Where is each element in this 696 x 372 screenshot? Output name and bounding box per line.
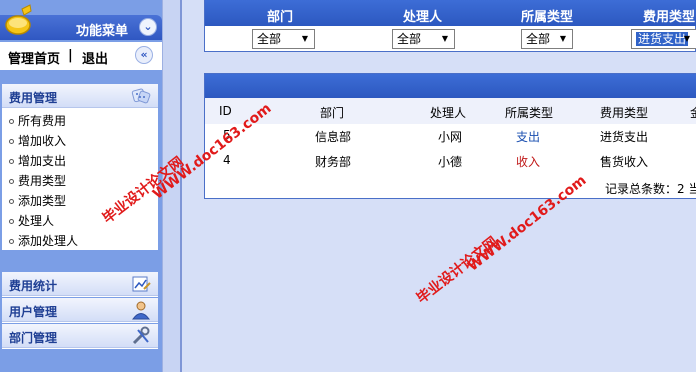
- results-panel: ID 部门 处理人 所属类型 费用类型 金 5 信息部 小网 支出 进货支出 4…: [204, 73, 696, 199]
- menu-item-expense-types[interactable]: 费用类型: [9, 171, 158, 191]
- dropdown-arrow-icon: ▼: [683, 34, 691, 43]
- quick-separator: |: [68, 48, 73, 63]
- watermark-text: 毕业设计论文网: [413, 234, 501, 307]
- menu-item-label: 添加处理人: [18, 234, 79, 248]
- dropdown-arrow-icon: ▼: [301, 34, 309, 43]
- column-header-department: 部门: [320, 106, 345, 120]
- cell-category[interactable]: 支出: [516, 128, 540, 145]
- department-management-header[interactable]: 部门管理: [2, 324, 158, 348]
- category-select[interactable]: 全部 ▼: [521, 29, 573, 49]
- user-management-title: 用户管理: [9, 305, 58, 319]
- bullet-icon: [9, 159, 14, 164]
- handler-select[interactable]: 全部 ▼: [392, 29, 455, 49]
- column-header-category: 所属类型: [505, 106, 554, 120]
- filter-header-expense-type: 费用类型: [643, 10, 696, 25]
- filter-header-handler: 处理人: [403, 10, 443, 25]
- department-select[interactable]: 全部 ▼: [252, 29, 315, 49]
- total-records-text: 记录总条数：2 当: [605, 182, 696, 196]
- expense-type-select[interactable]: 进货支出 ▼: [631, 29, 696, 49]
- menu-item-add-handler[interactable]: 添加处理人: [9, 231, 158, 251]
- filter-panel: 部门 处理人 所属类型 费用类型 全部 ▼ 全部 ▼ 全部 ▼ 进货支出 ▼: [204, 0, 696, 52]
- quick-bar: 管理首页 | 退出 «: [0, 42, 162, 70]
- dropdown-arrow-icon: ▼: [441, 34, 449, 43]
- cell-handler: 小德: [438, 155, 463, 169]
- filter-header: 部门 处理人 所属类型 费用类型: [205, 0, 696, 26]
- chart-edit-icon: [132, 276, 151, 292]
- column-header-expense-type: 费用类型: [600, 106, 649, 120]
- menu-toggle-button[interactable]: ⌄: [139, 18, 157, 36]
- menu-header: 功能菜单 ⌄: [0, 4, 162, 40]
- expense-management-header[interactable]: 费用管理: [2, 84, 158, 108]
- cell-id: 5: [223, 128, 231, 142]
- column-header-amount: 金: [690, 104, 696, 121]
- divider-line: [180, 0, 182, 372]
- category-select-value: 全部: [526, 32, 551, 46]
- menu-item-label: 所有费用: [18, 114, 67, 128]
- menu-item-add-expense[interactable]: 增加支出: [9, 151, 158, 171]
- results-header-bar: [205, 74, 696, 98]
- bullet-icon: [9, 219, 14, 224]
- expense-stats-panel: 费用统计: [2, 272, 158, 297]
- menu-item-label: 增加支出: [18, 154, 67, 168]
- cell-id: 4: [223, 153, 231, 167]
- dice-icon: [131, 88, 151, 104]
- column-header-handler: 处理人: [430, 106, 467, 120]
- table-row: 4 财务部 小德 收入 售货收入: [205, 149, 696, 173]
- dropdown-arrow-icon: ▼: [559, 34, 567, 43]
- column-header-id: ID: [219, 104, 232, 118]
- sidebar: 功能菜单 ⌄ 管理首页 | 退出 « 费用管理 所有费用 增加收入 增加支出 费…: [0, 0, 162, 372]
- bullet-icon: [9, 179, 14, 184]
- cell-department: 财务部: [315, 155, 352, 169]
- user-icon: [132, 301, 150, 320]
- logout-link[interactable]: 退出: [82, 48, 108, 67]
- menu-item-label: 处理人: [18, 214, 55, 228]
- expense-menu-list: 所有费用 增加收入 增加支出 费用类型 添加类型 处理人 添加处理人: [2, 108, 158, 251]
- menu-title: 功能菜单: [76, 24, 129, 39]
- cell-handler: 小网: [438, 130, 463, 144]
- menu-logo-icon: [5, 4, 32, 35]
- menu-item-add-type[interactable]: 添加类型: [9, 191, 158, 211]
- bullet-icon: [9, 119, 14, 124]
- menu-item-label: 添加类型: [18, 194, 67, 208]
- collapse-sidebar-button[interactable]: «: [135, 46, 153, 64]
- user-management-panel: 用户管理: [2, 298, 158, 323]
- expense-stats-title: 费用统计: [9, 279, 58, 293]
- frame-divider[interactable]: [162, 0, 182, 372]
- filter-header-category: 所属类型: [521, 10, 574, 25]
- menu-item-all-expenses[interactable]: 所有费用: [9, 111, 158, 131]
- cell-department: 信息部: [315, 130, 352, 144]
- department-management-title: 部门管理: [9, 331, 58, 345]
- bullet-icon: [9, 139, 14, 144]
- cell-category[interactable]: 收入: [516, 153, 540, 170]
- tools-icon: [132, 326, 150, 345]
- department-select-value: 全部: [257, 32, 282, 46]
- expense-stats-header[interactable]: 费用统计: [2, 272, 158, 296]
- filter-header-department: 部门: [267, 10, 294, 25]
- expense-management-panel: 费用管理 所有费用 增加收入 增加支出 费用类型 添加类型 处理人 添加处理人: [2, 84, 158, 250]
- table-header-row: ID 部门 处理人 所属类型 费用类型 金: [205, 98, 696, 124]
- expense-management-title: 费用管理: [9, 91, 58, 105]
- bullet-icon: [9, 199, 14, 204]
- menu-item-label: 费用类型: [18, 174, 67, 188]
- department-management-panel: 部门管理: [2, 324, 158, 349]
- menu-item-handlers[interactable]: 处理人: [9, 211, 158, 231]
- cell-expense-type: 售货收入: [600, 155, 649, 169]
- menu-item-add-income[interactable]: 增加收入: [9, 131, 158, 151]
- handler-select-value: 全部: [397, 32, 422, 46]
- home-link[interactable]: 管理首页: [8, 48, 60, 67]
- cell-expense-type: 进货支出: [600, 130, 649, 144]
- user-management-header[interactable]: 用户管理: [2, 298, 158, 322]
- menu-item-label: 增加收入: [18, 134, 67, 148]
- table-row: 5 信息部 小网 支出 进货支出: [205, 124, 696, 148]
- bullet-icon: [9, 239, 14, 244]
